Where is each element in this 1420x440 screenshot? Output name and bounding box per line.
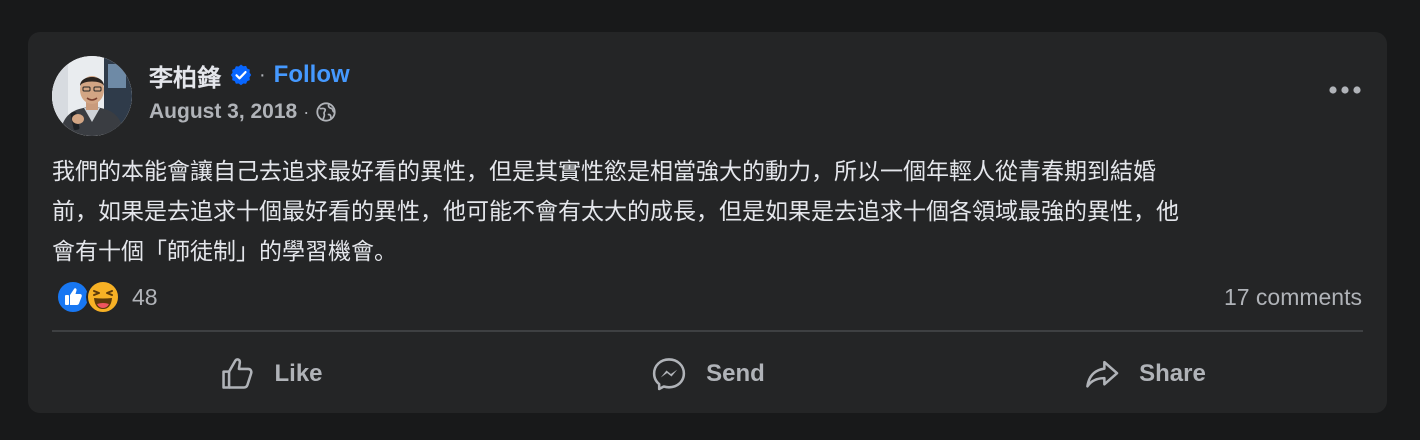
reaction-count: 48: [132, 283, 158, 310]
messenger-icon: [653, 358, 686, 391]
more-options-button[interactable]: [1327, 78, 1363, 102]
reactions-summary[interactable]: 48: [56, 280, 158, 314]
share-icon: [1086, 360, 1119, 388]
author-avatar[interactable]: [52, 56, 132, 136]
send-label: Send: [706, 360, 765, 387]
like-reaction-icon: [56, 280, 90, 314]
post-date[interactable]: August 3, 2018: [149, 100, 297, 124]
comments-count-link[interactable]: 17 comments: [1224, 284, 1362, 311]
author-line: 李柏鋒 · Follow: [149, 58, 350, 93]
name-separator: ·: [259, 63, 266, 86]
share-label: Share: [1139, 360, 1206, 387]
author-name[interactable]: 李柏鋒: [149, 58, 221, 93]
like-label: Like: [274, 360, 323, 387]
post-body-text: 我們的本能會讓自己去追求最好看的異性，但是其實性慾是相當強大的動力，所以一個年輕…: [52, 159, 1179, 265]
verified-badge-icon: [230, 64, 252, 86]
haha-reaction-icon: [86, 280, 120, 314]
follow-button[interactable]: Follow: [274, 61, 350, 89]
post-meta: August 3, 2018 ·: [149, 98, 337, 126]
share-button[interactable]: Share: [926, 348, 1363, 400]
post-actions-bar: Like Send Share: [52, 348, 1363, 400]
more-horizontal-icon: [1329, 86, 1361, 94]
send-button[interactable]: Send: [489, 348, 926, 400]
meta-separator: ·: [303, 101, 310, 122]
post-card: 李柏鋒 · Follow August 3, 2018 · 我們的本能會讓自己去…: [28, 32, 1387, 413]
profile-photo: [52, 56, 132, 136]
like-button[interactable]: Like: [52, 348, 489, 400]
divider: [52, 330, 1363, 332]
globe-icon[interactable]: [315, 101, 337, 123]
like-icon: [222, 358, 254, 389]
